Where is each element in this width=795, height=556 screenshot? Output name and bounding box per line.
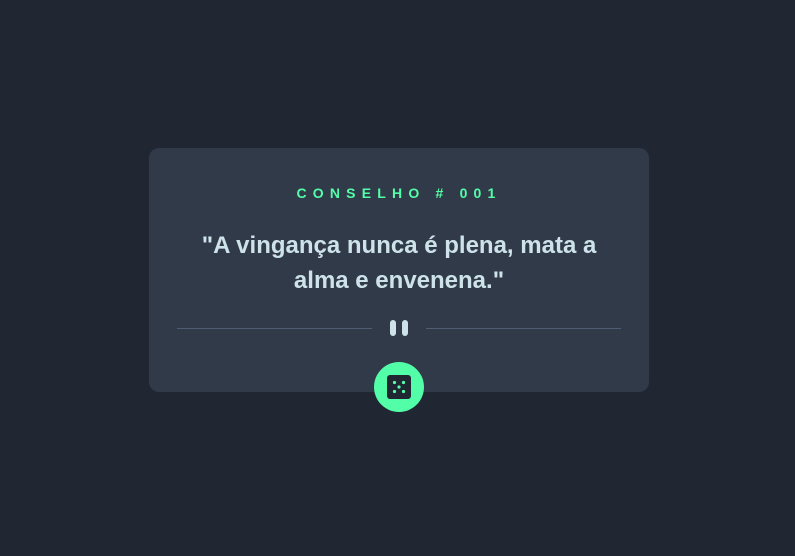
advice-id: CONSELHO # 001 [296,185,502,201]
dice-icon [387,375,411,399]
page: CONSELHO # 001 "A vingança nunca é plena… [0,0,795,556]
new-advice-button[interactable] [374,362,424,412]
pause-icon [388,320,410,336]
advice-text: "A vingança nunca é plena, mata a alma e… [201,232,597,294]
advice-card: CONSELHO # 001 "A vingança nunca é plena… [149,148,649,392]
divider [177,320,621,336]
divider-line-left [177,328,372,329]
divider-line-right [426,328,621,329]
